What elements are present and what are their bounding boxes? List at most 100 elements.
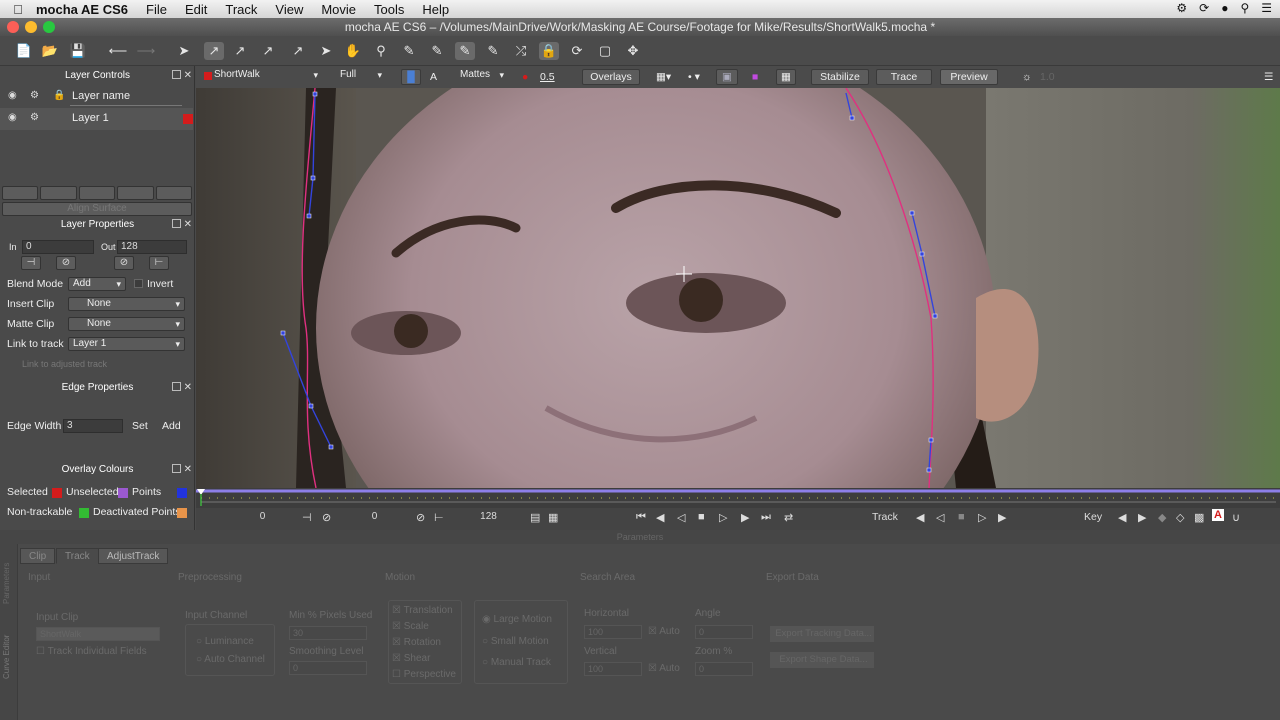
manual-track-radio[interactable]: ○ Manual Track [482,657,551,668]
angle-field[interactable]: 0 [695,625,753,639]
brightness-field[interactable]: 1.0 [1034,69,1061,85]
go-to-start-icon[interactable]: ⏮ [636,511,646,524]
grid-icon[interactable]: ▦ [776,69,796,85]
edge-select-tool-icon[interactable]: ↗ [258,42,278,60]
close-icon[interactable]: ✕ [184,68,192,84]
show-layer-outlines-icon[interactable]: ▣ [716,69,738,85]
insert-clip-dropdown[interactable]: None [68,297,185,311]
export-tracking-data-button[interactable]: Export Tracking Data... [770,626,874,642]
align-surface-button[interactable]: Align Surface [2,202,192,216]
loop-icon[interactable]: ⇄ [784,511,793,524]
dock-icon[interactable] [172,70,181,79]
frame-grid-icon[interactable]: ▦ [548,511,558,524]
dock-icon[interactable] [172,464,181,473]
end-frame-field[interactable]: 128 [452,511,522,525]
pick-tool-icon[interactable]: ➤ [174,42,194,60]
perspective-checkbox[interactable]: ☐ Perspective [392,669,456,680]
horizontal-auto-checkbox[interactable]: ☒ Auto [648,626,680,637]
in-point-field[interactable]: 0 [22,240,94,254]
anchor-tool-icon[interactable]: ↗ [288,42,308,60]
select-all-tool-icon[interactable]: ↗ [204,42,224,60]
menu-help[interactable]: Help [422,2,449,17]
set-in-button[interactable]: ⊣ [21,256,41,270]
prev-key-icon[interactable]: ◀ [1118,511,1126,524]
minimize-window-button[interactable] [25,21,37,33]
vertical-auto-checkbox[interactable]: ☒ Auto [648,663,680,674]
step-back-icon[interactable]: ◀ [656,511,664,524]
link-adjusted-track-label[interactable]: Link to adjusted track [22,359,107,369]
zoom-field[interactable]: 0 [695,662,753,676]
play-forward-icon[interactable]: ▷ [719,511,727,524]
rotation-checkbox[interactable]: ☒ Rotation [392,637,441,648]
side-parameters-tab[interactable]: Parameters [2,563,11,604]
tab-clip[interactable]: Clip [20,548,56,564]
menu-file[interactable]: File [146,2,167,17]
track-forward-frame-icon[interactable]: ▷ [978,511,986,524]
next-key-icon[interactable]: ▶ [1138,511,1146,524]
side-curve-editor-tab[interactable]: Curve Editor [2,635,11,679]
go-to-out-icon[interactable]: ⊘ [416,511,425,524]
link-to-track-dropdown[interactable]: Layer 1 [68,337,185,351]
bezier-tool-icon[interactable]: ✎ [455,42,475,60]
step-forward-icon[interactable]: ▶ [741,511,749,524]
status-sync-icon[interactable]: ⟳ [1199,1,1209,15]
track-backward-icon[interactable]: ◀ [916,511,924,524]
current-frame-field[interactable]: 0 [338,511,408,525]
track-stop-icon[interactable]: ■ [958,511,965,523]
add-bezier-tool-icon[interactable]: ✎ [483,42,503,60]
add-xspline-tool-icon[interactable]: ✎ [427,42,447,60]
track-individual-fields-checkbox[interactable]: ☐ Track Individual Fields [36,646,147,657]
autokey-icon[interactable]: A [1212,509,1224,521]
menu-view[interactable]: View [275,2,303,17]
close-icon[interactable]: ✕ [184,462,192,478]
add-edge-button[interactable]: Add [162,420,181,432]
matte-color-icon[interactable]: ● [516,69,534,85]
set-out-icon[interactable]: ⊢ [434,511,444,524]
point-size-dropdown[interactable]: • ▾ [682,69,706,85]
stop-icon[interactable]: ■ [698,511,705,523]
go-in-button[interactable]: ⊘ [56,256,76,270]
close-window-button[interactable] [7,21,19,33]
mattes-dropdown[interactable]: Mattes [456,69,508,83]
footage-frame[interactable] [196,88,1280,488]
luminance-radio[interactable]: ○ Luminance [196,636,254,647]
unselected-color-swatch[interactable] [118,488,128,498]
invert-checkbox[interactable] [134,279,143,288]
overlay-options-icon[interactable]: ▦▾ [650,69,677,85]
clip-dropdown[interactable]: ShortWalk [210,69,322,83]
rgb-channel-icon[interactable]: █ [401,69,421,85]
smoothing-level-field[interactable]: 0 [289,661,367,675]
app-menu[interactable]: mocha AE CS6 [36,2,128,17]
surface-tool-icon[interactable]: ➤ [316,42,336,60]
panel-menu-icon[interactable]: ☰ [1258,69,1279,85]
go-to-in-icon[interactable]: ⊘ [322,511,331,524]
min-pixels-field[interactable]: 30 [289,626,367,640]
status-gear-icon[interactable]: ⚙ [1176,1,1187,15]
spotlight-search-icon[interactable]: ⚲ [1240,1,1249,15]
matte-clip-dropdown[interactable]: None [68,317,185,331]
matte-opacity-field[interactable]: 0.5 [534,69,561,85]
save-project-icon[interactable]: 💾 [68,42,88,60]
large-motion-radio[interactable]: ◉ Large Motion [482,614,552,625]
add-key-icon[interactable]: ◆ [1158,511,1166,524]
go-to-end-icon[interactable]: ⏭ [761,511,771,524]
show-mattes-icon[interactable]: ■ [746,69,764,85]
viewer-canvas[interactable] [196,88,1280,488]
close-icon[interactable]: ✕ [184,380,192,396]
horizontal-field[interactable]: 100 [584,625,642,639]
blend-mode-dropdown[interactable]: Add [68,277,126,291]
menu-movie[interactable]: Movie [321,2,356,17]
input-clip-dropdown[interactable]: ShortWalk [36,627,160,641]
out-point-field[interactable]: 128 [117,240,187,254]
layer-btn-2[interactable] [40,186,77,200]
dock-icon[interactable] [172,382,181,391]
new-project-icon[interactable]: 📄 [14,42,34,60]
resolution-dropdown[interactable]: Full [336,69,386,83]
layer-color-swatch[interactable] [183,114,193,124]
key-lock-icon[interactable]: ∪ [1232,511,1240,524]
user-icon[interactable]: ● [1221,1,1228,15]
layer-btn-4[interactable] [117,186,154,200]
zoom-window-button[interactable] [43,21,55,33]
selected-color-swatch[interactable] [52,488,62,498]
scale-tool-icon[interactable]: ▢ [595,42,615,60]
